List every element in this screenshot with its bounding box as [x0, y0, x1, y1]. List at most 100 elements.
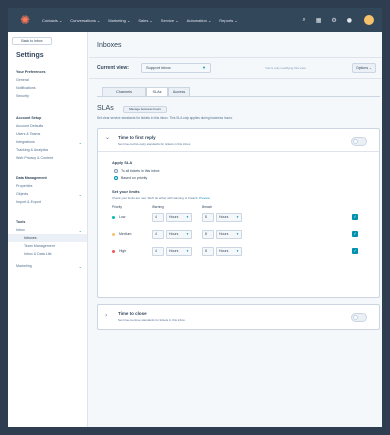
radio-all-tickets[interactable]: To all tickets in this inbox [114, 169, 160, 173]
column-priority: Priority [112, 205, 122, 209]
sidebar-item-label: Account Defaults [16, 124, 44, 128]
top-navigation: ✺ Contacts ⌄ Conversations ⌄ Marketing ⌄… [8, 8, 382, 32]
sidebar-item-label: Inboxes [24, 236, 37, 240]
sidebar-item-import-export[interactable]: Import & Export [16, 200, 84, 204]
breach-unit-select[interactable]: Hours ▼ [216, 247, 242, 256]
sidebar-item-label: Data Management [16, 176, 47, 180]
sidebar-item-label: Tools [16, 220, 26, 224]
sidebar-item-users-teams[interactable]: Users & Teams [16, 132, 84, 136]
time-to-close-toggle[interactable] [351, 313, 367, 322]
warning-value-input[interactable]: 4 [152, 230, 164, 239]
set-limits-title: Set your limits [112, 189, 140, 194]
nav-contacts[interactable]: Contacts ⌄ [42, 18, 62, 23]
sidebar-item-properties[interactable]: Properties [16, 184, 84, 188]
sidebar-item-objects[interactable]: Objects ⌄ [16, 192, 84, 197]
first-reply-title: Time to first reply [118, 135, 156, 140]
current-view-label: Current view: [97, 65, 129, 71]
sidebar-item-notifications[interactable]: Notifications [16, 86, 84, 90]
first-reply-toggle[interactable] [351, 137, 367, 146]
current-view-select[interactable]: Support inbox ▼ [141, 63, 211, 73]
view-note: You're only modifying this view. [265, 66, 307, 70]
breach-unit-select[interactable]: Hours ▼ [216, 213, 242, 222]
sidebar-item-account-defaults[interactable]: Account Defaults [16, 124, 84, 128]
notifications-icon[interactable]: ● [347, 17, 352, 24]
priority-low: Low [112, 215, 125, 219]
search-icon[interactable]: ⌕ [302, 16, 305, 24]
enabled-checkbox[interactable]: ✓ [352, 248, 358, 254]
sidebar-item-label: Team Management [24, 244, 55, 248]
radio-button-selected[interactable] [114, 176, 118, 180]
sidebar-item-integrations[interactable]: Integrations ⌄ [16, 140, 84, 145]
priority-medium: Medium [112, 232, 131, 236]
sidebar-heading-your-preferences: Your Preferences [16, 70, 84, 74]
current-view-value: Support inbox [146, 65, 171, 70]
enabled-checkbox[interactable]: ✓ [352, 231, 358, 237]
toggle-knob [353, 315, 358, 320]
sidebar-heading-data-management: Data Management [16, 176, 84, 180]
nav-conversations[interactable]: Conversations ⌄ [70, 18, 100, 23]
back-to-inbox-button[interactable]: Back to Inbox [12, 37, 52, 45]
column-breach: Breach [202, 205, 213, 209]
radio-based-on-priority[interactable]: Based on priority [114, 176, 147, 180]
sidebar-item-general[interactable]: General [16, 78, 84, 82]
preview-link[interactable]: Preview [199, 196, 210, 200]
breach-value-input[interactable]: 8 [202, 247, 214, 256]
radio-label: Based on priority [121, 176, 148, 180]
sidebar-title: Settings [16, 52, 44, 59]
nav-automation[interactable]: Automation ⌄ [187, 18, 212, 23]
card-divider [98, 151, 379, 152]
tab-divider [97, 96, 380, 97]
avatar[interactable] [364, 15, 374, 25]
warning-unit-select[interactable]: Hours ▼ [166, 213, 192, 222]
priority-dot [112, 232, 115, 236]
enabled-checkbox[interactable]: ✓ [352, 214, 358, 220]
breach-value-input[interactable]: 8 [202, 213, 214, 222]
time-to-close-title: Time to close [118, 311, 147, 316]
warning-unit-select[interactable]: Hours ▼ [166, 230, 192, 239]
sidebar-item-team-management[interactable]: Team Management [24, 244, 92, 248]
sidebar-heading-account-setup: Account Setup [16, 116, 84, 120]
priority-dot [112, 215, 115, 219]
sidebar-item-inboxes[interactable]: Inboxes [8, 234, 87, 242]
breach-unit-select[interactable]: Hours ▼ [216, 230, 242, 239]
nav-utilities: ⌕ ▦ ⚙ ● [292, 8, 374, 32]
sidebar-item-label: Notifications [16, 86, 36, 90]
chevron-right-icon[interactable]: › [105, 312, 107, 319]
sidebar-item-label: Integrations [16, 140, 35, 144]
warning-unit-select[interactable]: Hours ▼ [166, 247, 192, 256]
warning-value-input[interactable]: 4 [152, 213, 164, 222]
nav-sales[interactable]: Sales ⌄ [138, 18, 152, 23]
sidebar-item-tracking-analytics[interactable]: Tracking & Analytics [16, 148, 84, 152]
radio-button[interactable] [114, 169, 118, 173]
sidebar-item-label: Users & Teams [16, 132, 41, 136]
sidebar-item-inbox-data-lite[interactable]: Inbox & Data Lite [24, 252, 92, 256]
chevron-down-icon: ⌄ [78, 192, 82, 197]
nav-service[interactable]: Service ⌄ [161, 18, 179, 23]
sidebar-item-marketing[interactable]: Marketing ⌄ [16, 264, 84, 269]
sidebar-item-security[interactable]: Security [16, 94, 84, 98]
settings-icon[interactable]: ⚙ [331, 17, 336, 24]
breach-value-input[interactable]: 8 [202, 230, 214, 239]
app-window: ✺ Contacts ⌄ Conversations ⌄ Marketing ⌄… [8, 8, 382, 427]
chevron-down-icon: ▼ [202, 65, 206, 70]
nav-marketing[interactable]: Marketing ⌄ [108, 18, 130, 23]
limits-description-text: Check your limits are met. We'll do eith… [112, 196, 199, 200]
sidebar-item-web-privacy-content[interactable]: Web Privacy & Content [16, 156, 84, 160]
hubspot-logo-icon[interactable]: ✺ [16, 11, 34, 29]
marketplace-icon[interactable]: ▦ [316, 17, 322, 24]
sidebar-item-label: Account Setup [16, 116, 42, 120]
first-reply-description: Set time-to-first-reply standards for ti… [118, 142, 192, 146]
sidebar-item-label: Your Preferences [16, 70, 46, 74]
page-title: Inboxes [97, 42, 122, 49]
sidebar-item-label: Inbox [16, 228, 25, 232]
chevron-down-icon: ▼ [236, 215, 239, 219]
manage-business-hours-button[interactable]: Manage business hours [123, 106, 167, 113]
nav-reports[interactable]: Reports ⌄ [219, 18, 237, 23]
sidebar-item-inbox[interactable]: Inbox ⌄ [16, 228, 84, 233]
options-button[interactable]: Options ⌄ [352, 63, 376, 73]
chevron-down-icon: ⌄ [78, 228, 82, 233]
first-reply-card: ⌄ Time to first reply Set time-to-first-… [97, 128, 380, 298]
chevron-down-icon[interactable]: ⌄ [105, 134, 110, 141]
sidebar-item-label: Properties [16, 184, 33, 188]
warning-value-input[interactable]: 4 [152, 247, 164, 256]
